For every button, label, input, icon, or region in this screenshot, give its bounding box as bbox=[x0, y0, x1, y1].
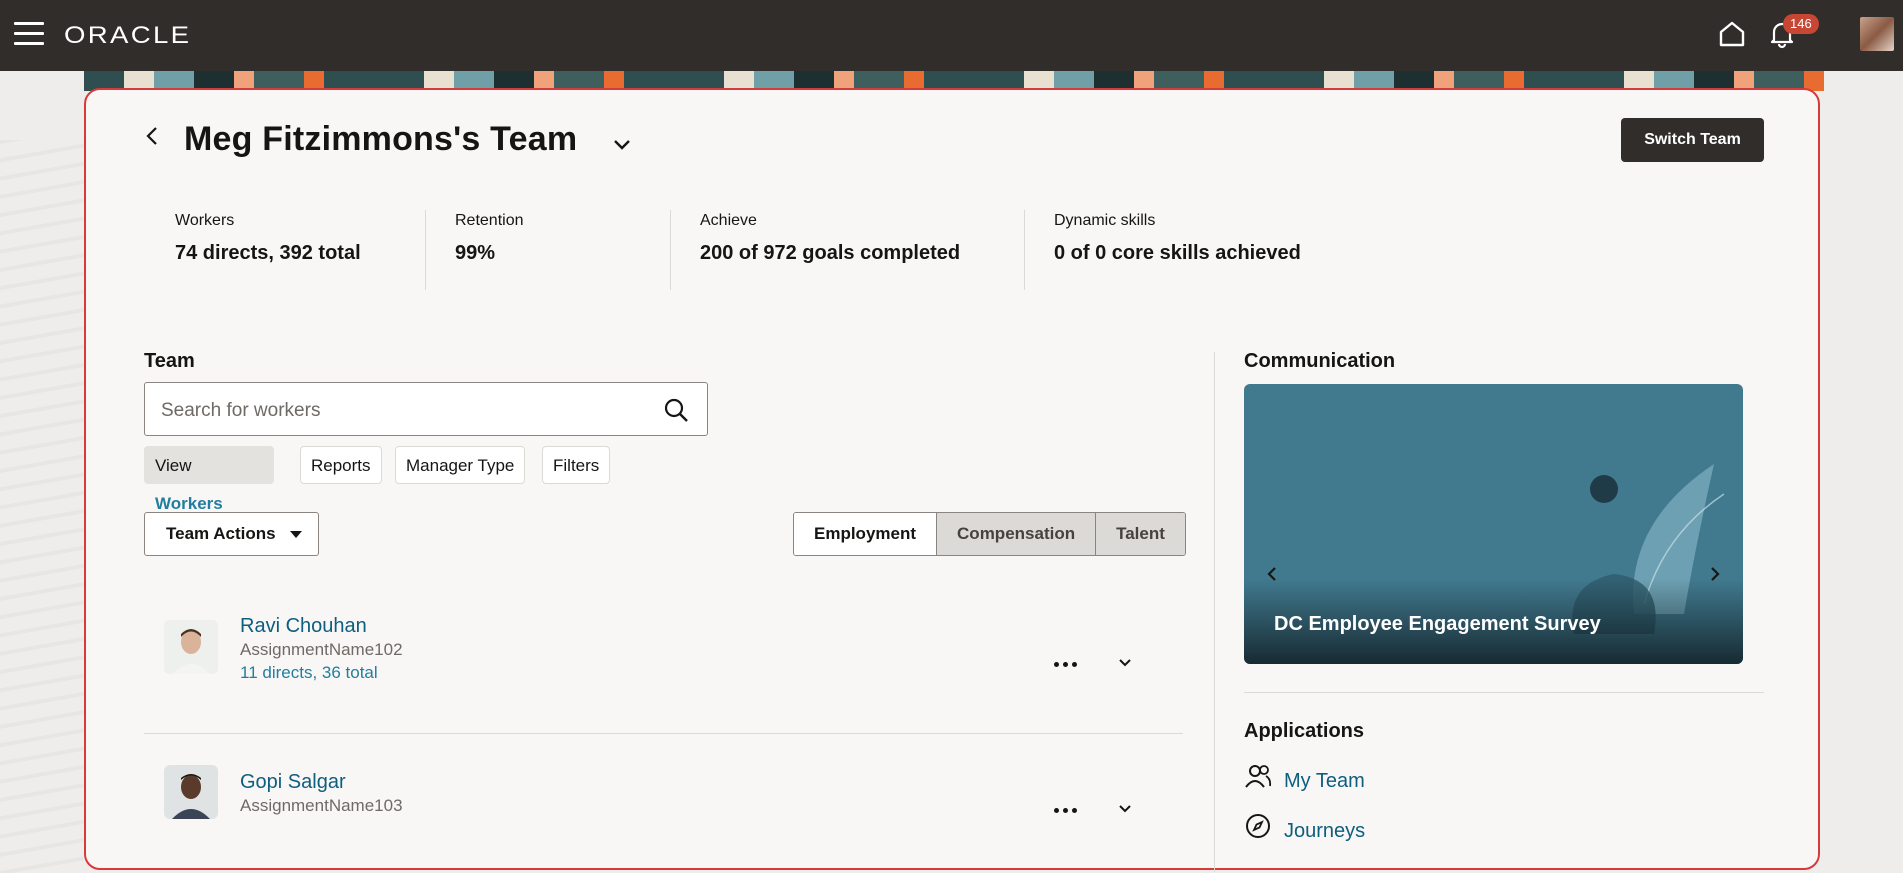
avatar[interactable] bbox=[164, 620, 218, 674]
chevron-down-icon[interactable] bbox=[1116, 799, 1134, 817]
chevron-down-icon[interactable] bbox=[610, 132, 634, 156]
chip-prefix: View bbox=[155, 456, 192, 475]
metric-dynamic-skills: Dynamic skills 0 of 0 core skills achiev… bbox=[1054, 212, 1301, 265]
metric-label: Workers bbox=[175, 212, 235, 229]
chevron-right-icon[interactable] bbox=[1705, 564, 1725, 584]
metric-value: 200 of 972 goals completed bbox=[700, 242, 961, 264]
tab-employment[interactable]: Employment bbox=[794, 513, 937, 555]
reports-chip[interactable]: Reports bbox=[300, 446, 382, 484]
metric-value: 99% bbox=[455, 242, 496, 264]
team-actions-label: Team Actions bbox=[166, 524, 276, 543]
user-avatar[interactable] bbox=[1860, 17, 1894, 51]
app-link-journeys[interactable]: Journeys bbox=[1284, 820, 1365, 843]
metric-retention: Retention 99% bbox=[455, 212, 524, 265]
back-arrow-icon[interactable] bbox=[141, 124, 165, 148]
team-actions-dropdown[interactable]: Team Actions bbox=[144, 512, 319, 556]
metric-value: 0 of 0 core skills achieved bbox=[1054, 242, 1301, 264]
divider bbox=[1024, 210, 1025, 290]
search-input[interactable] bbox=[159, 397, 643, 425]
chevron-down-icon[interactable] bbox=[1116, 653, 1134, 671]
assignment-name: AssignmentName102 bbox=[240, 640, 403, 659]
search-box[interactable] bbox=[144, 382, 708, 436]
view-workers-chip[interactable]: View Workers bbox=[144, 446, 274, 513]
tab-talent[interactable]: Talent bbox=[1095, 513, 1185, 555]
row-divider bbox=[144, 733, 1183, 734]
metric-workers: Workers 74 directs, 392 total bbox=[175, 212, 361, 265]
oracle-logo[interactable]: ORACLE bbox=[64, 22, 191, 50]
person-name-link[interactable]: Ravi Chouhan bbox=[240, 615, 367, 638]
divider bbox=[425, 210, 426, 290]
top-bar: ORACLE 146 bbox=[0, 0, 1903, 71]
person-photo-icon bbox=[164, 765, 218, 819]
team-heading: Team bbox=[144, 350, 195, 372]
divider bbox=[670, 210, 671, 290]
menu-icon[interactable] bbox=[14, 22, 44, 48]
home-icon[interactable] bbox=[1716, 18, 1748, 50]
carousel-slide-title: DC Employee Engagement Survey bbox=[1274, 613, 1601, 635]
caret-down-icon bbox=[290, 531, 302, 538]
filters-chip[interactable]: Filters bbox=[542, 446, 611, 484]
applications-heading: Applications bbox=[1244, 720, 1365, 742]
page-title: Meg Fitzimmons's Team bbox=[184, 120, 578, 158]
search-icon[interactable] bbox=[663, 397, 689, 423]
column-divider bbox=[1214, 352, 1215, 872]
person-name-link[interactable]: Gopi Salgar bbox=[240, 771, 346, 794]
section-divider bbox=[1244, 692, 1764, 693]
metric-value: 74 directs, 392 total bbox=[175, 242, 361, 264]
metric-achieve: Achieve 200 of 972 goals completed bbox=[700, 212, 960, 265]
notification-badge[interactable]: 146 bbox=[1783, 14, 1819, 34]
chevron-left-icon[interactable] bbox=[1262, 564, 1282, 584]
chip-value: Workers bbox=[155, 494, 223, 513]
communication-heading: Communication bbox=[1244, 350, 1396, 372]
compass-icon[interactable] bbox=[1244, 812, 1272, 840]
person-photo-icon bbox=[164, 620, 218, 674]
avatar[interactable] bbox=[164, 765, 218, 819]
assignment-name: AssignmentName103 bbox=[240, 796, 403, 815]
tab-compensation[interactable]: Compensation bbox=[936, 513, 1096, 555]
team-card: Meg Fitzimmons's Team Switch Team Worker… bbox=[84, 88, 1820, 872]
app-link-my-team[interactable]: My Team bbox=[1284, 770, 1365, 793]
background-pattern bbox=[0, 140, 84, 873]
more-actions-icon[interactable] bbox=[1054, 800, 1084, 814]
view-tabs: Employment Compensation Talent bbox=[793, 512, 1186, 556]
communication-carousel[interactable]: DC Employee Engagement Survey bbox=[1244, 384, 1743, 664]
reports-link[interactable]: 11 directs, 36 total bbox=[240, 663, 378, 683]
users-icon[interactable] bbox=[1244, 762, 1272, 790]
metric-label: Dynamic skills bbox=[1054, 212, 1156, 229]
metric-label: Retention bbox=[455, 212, 524, 229]
more-actions-icon[interactable] bbox=[1054, 654, 1084, 668]
switch-team-button[interactable]: Switch Team bbox=[1621, 118, 1764, 162]
manager-type-chip[interactable]: Manager Type bbox=[395, 446, 526, 484]
metric-label: Achieve bbox=[700, 212, 757, 229]
